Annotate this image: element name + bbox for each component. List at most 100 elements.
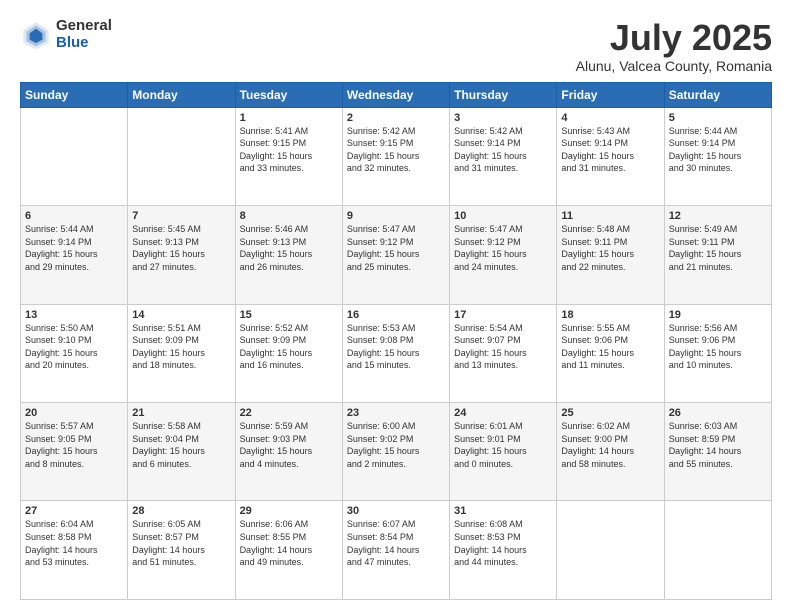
calendar-cell: 7Sunrise: 5:45 AM Sunset: 9:13 PM Daylig… bbox=[128, 206, 235, 304]
calendar-cell: 26Sunrise: 6:03 AM Sunset: 8:59 PM Dayli… bbox=[664, 403, 771, 501]
day-number: 2 bbox=[347, 112, 445, 124]
calendar-cell bbox=[557, 501, 664, 600]
cell-content: Sunrise: 5:58 AM Sunset: 9:04 PM Dayligh… bbox=[132, 420, 230, 470]
day-number: 8 bbox=[240, 210, 338, 222]
cell-content: Sunrise: 5:47 AM Sunset: 9:12 PM Dayligh… bbox=[454, 223, 552, 273]
calendar-cell: 14Sunrise: 5:51 AM Sunset: 9:09 PM Dayli… bbox=[128, 304, 235, 402]
day-number: 29 bbox=[240, 505, 338, 517]
calendar-table: SundayMondayTuesdayWednesdayThursdayFrid… bbox=[20, 82, 772, 600]
day-number: 15 bbox=[240, 309, 338, 321]
calendar-header-cell: Monday bbox=[128, 82, 235, 107]
cell-content: Sunrise: 5:54 AM Sunset: 9:07 PM Dayligh… bbox=[454, 322, 552, 372]
calendar-header-cell: Thursday bbox=[450, 82, 557, 107]
calendar-cell: 5Sunrise: 5:44 AM Sunset: 9:14 PM Daylig… bbox=[664, 107, 771, 205]
cell-content: Sunrise: 6:08 AM Sunset: 8:53 PM Dayligh… bbox=[454, 518, 552, 568]
header-row: SundayMondayTuesdayWednesdayThursdayFrid… bbox=[21, 82, 772, 107]
calendar-header-cell: Sunday bbox=[21, 82, 128, 107]
cell-content: Sunrise: 5:42 AM Sunset: 9:14 PM Dayligh… bbox=[454, 125, 552, 175]
calendar-cell: 20Sunrise: 5:57 AM Sunset: 9:05 PM Dayli… bbox=[21, 403, 128, 501]
calendar-cell: 22Sunrise: 5:59 AM Sunset: 9:03 PM Dayli… bbox=[235, 403, 342, 501]
calendar-cell: 3Sunrise: 5:42 AM Sunset: 9:14 PM Daylig… bbox=[450, 107, 557, 205]
calendar-cell: 18Sunrise: 5:55 AM Sunset: 9:06 PM Dayli… bbox=[557, 304, 664, 402]
calendar-row: 27Sunrise: 6:04 AM Sunset: 8:58 PM Dayli… bbox=[21, 501, 772, 600]
cell-content: Sunrise: 5:44 AM Sunset: 9:14 PM Dayligh… bbox=[669, 125, 767, 175]
calendar-cell: 1Sunrise: 5:41 AM Sunset: 9:15 PM Daylig… bbox=[235, 107, 342, 205]
main-title: July 2025 bbox=[576, 18, 772, 58]
cell-content: Sunrise: 5:59 AM Sunset: 9:03 PM Dayligh… bbox=[240, 420, 338, 470]
calendar-cell: 15Sunrise: 5:52 AM Sunset: 9:09 PM Dayli… bbox=[235, 304, 342, 402]
calendar-cell: 28Sunrise: 6:05 AM Sunset: 8:57 PM Dayli… bbox=[128, 501, 235, 600]
logo-general-label: General bbox=[56, 18, 112, 35]
title-block: July 2025 Alunu, Valcea County, Romania bbox=[576, 18, 772, 74]
cell-content: Sunrise: 5:43 AM Sunset: 9:14 PM Dayligh… bbox=[561, 125, 659, 175]
logo-text: General Blue bbox=[56, 18, 112, 51]
calendar-header-cell: Tuesday bbox=[235, 82, 342, 107]
calendar-cell bbox=[21, 107, 128, 205]
cell-content: Sunrise: 6:03 AM Sunset: 8:59 PM Dayligh… bbox=[669, 420, 767, 470]
cell-content: Sunrise: 5:52 AM Sunset: 9:09 PM Dayligh… bbox=[240, 322, 338, 372]
subtitle: Alunu, Valcea County, Romania bbox=[576, 58, 772, 74]
calendar-cell bbox=[664, 501, 771, 600]
day-number: 1 bbox=[240, 112, 338, 124]
day-number: 24 bbox=[454, 407, 552, 419]
page: General Blue July 2025 Alunu, Valcea Cou… bbox=[0, 0, 792, 612]
day-number: 3 bbox=[454, 112, 552, 124]
cell-content: Sunrise: 5:50 AM Sunset: 9:10 PM Dayligh… bbox=[25, 322, 123, 372]
cell-content: Sunrise: 5:47 AM Sunset: 9:12 PM Dayligh… bbox=[347, 223, 445, 273]
calendar-cell: 6Sunrise: 5:44 AM Sunset: 9:14 PM Daylig… bbox=[21, 206, 128, 304]
calendar-header-cell: Wednesday bbox=[342, 82, 449, 107]
calendar-cell: 27Sunrise: 6:04 AM Sunset: 8:58 PM Dayli… bbox=[21, 501, 128, 600]
calendar-cell: 10Sunrise: 5:47 AM Sunset: 9:12 PM Dayli… bbox=[450, 206, 557, 304]
cell-content: Sunrise: 5:53 AM Sunset: 9:08 PM Dayligh… bbox=[347, 322, 445, 372]
cell-content: Sunrise: 5:46 AM Sunset: 9:13 PM Dayligh… bbox=[240, 223, 338, 273]
day-number: 9 bbox=[347, 210, 445, 222]
day-number: 30 bbox=[347, 505, 445, 517]
logo: General Blue bbox=[20, 18, 112, 51]
calendar-cell: 2Sunrise: 5:42 AM Sunset: 9:15 PM Daylig… bbox=[342, 107, 449, 205]
day-number: 22 bbox=[240, 407, 338, 419]
calendar-body: 1Sunrise: 5:41 AM Sunset: 9:15 PM Daylig… bbox=[21, 107, 772, 599]
day-number: 5 bbox=[669, 112, 767, 124]
logo-blue-label: Blue bbox=[56, 35, 112, 52]
cell-content: Sunrise: 6:02 AM Sunset: 9:00 PM Dayligh… bbox=[561, 420, 659, 470]
calendar-cell: 25Sunrise: 6:02 AM Sunset: 9:00 PM Dayli… bbox=[557, 403, 664, 501]
day-number: 12 bbox=[669, 210, 767, 222]
calendar-cell: 30Sunrise: 6:07 AM Sunset: 8:54 PM Dayli… bbox=[342, 501, 449, 600]
calendar-header-cell: Friday bbox=[557, 82, 664, 107]
day-number: 23 bbox=[347, 407, 445, 419]
cell-content: Sunrise: 6:06 AM Sunset: 8:55 PM Dayligh… bbox=[240, 518, 338, 568]
day-number: 14 bbox=[132, 309, 230, 321]
calendar-cell: 11Sunrise: 5:48 AM Sunset: 9:11 PM Dayli… bbox=[557, 206, 664, 304]
calendar-cell: 9Sunrise: 5:47 AM Sunset: 9:12 PM Daylig… bbox=[342, 206, 449, 304]
calendar-row: 13Sunrise: 5:50 AM Sunset: 9:10 PM Dayli… bbox=[21, 304, 772, 402]
calendar-cell: 19Sunrise: 5:56 AM Sunset: 9:06 PM Dayli… bbox=[664, 304, 771, 402]
calendar-cell: 12Sunrise: 5:49 AM Sunset: 9:11 PM Dayli… bbox=[664, 206, 771, 304]
cell-content: Sunrise: 5:41 AM Sunset: 9:15 PM Dayligh… bbox=[240, 125, 338, 175]
day-number: 7 bbox=[132, 210, 230, 222]
calendar-cell: 21Sunrise: 5:58 AM Sunset: 9:04 PM Dayli… bbox=[128, 403, 235, 501]
day-number: 27 bbox=[25, 505, 123, 517]
day-number: 28 bbox=[132, 505, 230, 517]
cell-content: Sunrise: 6:07 AM Sunset: 8:54 PM Dayligh… bbox=[347, 518, 445, 568]
calendar-cell: 23Sunrise: 6:00 AM Sunset: 9:02 PM Dayli… bbox=[342, 403, 449, 501]
day-number: 25 bbox=[561, 407, 659, 419]
cell-content: Sunrise: 6:01 AM Sunset: 9:01 PM Dayligh… bbox=[454, 420, 552, 470]
cell-content: Sunrise: 6:04 AM Sunset: 8:58 PM Dayligh… bbox=[25, 518, 123, 568]
calendar-cell: 8Sunrise: 5:46 AM Sunset: 9:13 PM Daylig… bbox=[235, 206, 342, 304]
day-number: 10 bbox=[454, 210, 552, 222]
calendar-row: 20Sunrise: 5:57 AM Sunset: 9:05 PM Dayli… bbox=[21, 403, 772, 501]
header: General Blue July 2025 Alunu, Valcea Cou… bbox=[20, 18, 772, 74]
day-number: 13 bbox=[25, 309, 123, 321]
cell-content: Sunrise: 5:49 AM Sunset: 9:11 PM Dayligh… bbox=[669, 223, 767, 273]
day-number: 19 bbox=[669, 309, 767, 321]
calendar-cell: 4Sunrise: 5:43 AM Sunset: 9:14 PM Daylig… bbox=[557, 107, 664, 205]
calendar-header: SundayMondayTuesdayWednesdayThursdayFrid… bbox=[21, 82, 772, 107]
cell-content: Sunrise: 5:45 AM Sunset: 9:13 PM Dayligh… bbox=[132, 223, 230, 273]
day-number: 17 bbox=[454, 309, 552, 321]
cell-content: Sunrise: 5:48 AM Sunset: 9:11 PM Dayligh… bbox=[561, 223, 659, 273]
calendar-cell: 13Sunrise: 5:50 AM Sunset: 9:10 PM Dayli… bbox=[21, 304, 128, 402]
day-number: 18 bbox=[561, 309, 659, 321]
calendar-cell: 31Sunrise: 6:08 AM Sunset: 8:53 PM Dayli… bbox=[450, 501, 557, 600]
day-number: 11 bbox=[561, 210, 659, 222]
calendar-header-cell: Saturday bbox=[664, 82, 771, 107]
